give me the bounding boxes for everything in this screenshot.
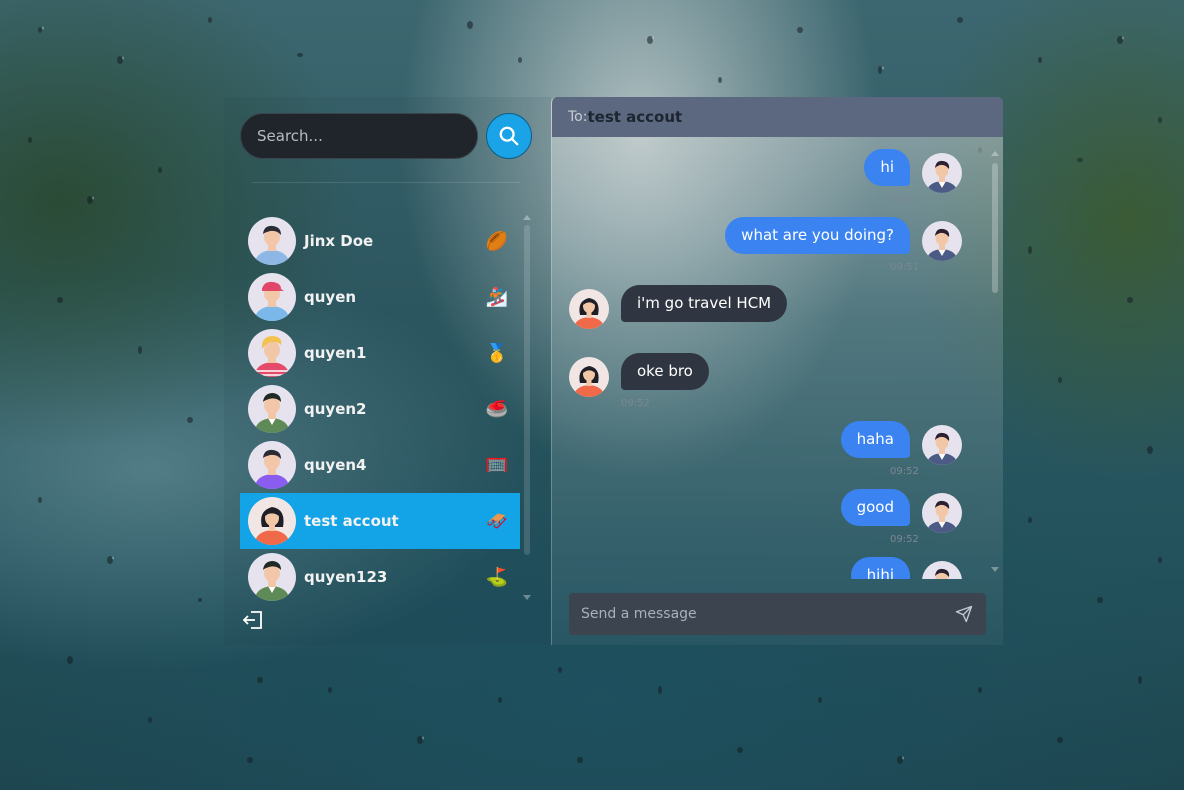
contact-list-scrollbar[interactable] bbox=[522, 215, 531, 601]
contact-item[interactable]: quyen1 🥇 bbox=[240, 325, 520, 381]
message-bubble: what are you doing? bbox=[725, 217, 910, 254]
status-emoji: ⛳ bbox=[485, 566, 509, 588]
logout-button[interactable] bbox=[242, 610, 264, 634]
contact-item[interactable]: quyen 🏂 bbox=[240, 269, 520, 325]
avatar bbox=[248, 441, 296, 489]
scrollbar-thumb[interactable] bbox=[992, 163, 998, 293]
send-button[interactable] bbox=[952, 602, 976, 626]
avatar bbox=[569, 357, 609, 397]
contacts-panel: Jinx Doe 🏉 quyen 🏂 quyen1 🥇 quyen2 🥌 quy… bbox=[224, 97, 551, 645]
message-incoming: i'm go travel HCM bbox=[569, 285, 788, 329]
avatar bbox=[248, 273, 296, 321]
search-bar bbox=[240, 113, 532, 159]
message-timestamp: 09:52 bbox=[890, 466, 919, 477]
status-emoji: 🥌 bbox=[485, 398, 509, 420]
avatar bbox=[248, 217, 296, 265]
avatar bbox=[248, 497, 296, 545]
scroll-up-arrow[interactable] bbox=[523, 215, 531, 220]
status-emoji: 🛷 bbox=[485, 510, 509, 532]
contact-name: quyen123 bbox=[304, 568, 388, 586]
message-outgoing: haha bbox=[840, 421, 962, 465]
search-icon bbox=[499, 126, 519, 146]
avatar bbox=[248, 329, 296, 377]
message-outgoing: hihi bbox=[850, 557, 962, 579]
search-button[interactable] bbox=[486, 113, 532, 159]
scroll-down-arrow[interactable] bbox=[523, 595, 531, 600]
avatar bbox=[922, 425, 962, 465]
avatar bbox=[922, 153, 962, 193]
contact-list: Jinx Doe 🏉 quyen 🏂 quyen1 🥇 quyen2 🥌 quy… bbox=[240, 213, 520, 605]
avatar bbox=[248, 553, 296, 601]
divider bbox=[252, 182, 520, 183]
message-bubble: good bbox=[840, 489, 910, 526]
chat-header: To: test accout bbox=[552, 97, 1003, 137]
message-timestamp: 09:52 bbox=[890, 534, 919, 545]
scrollbar-thumb[interactable] bbox=[524, 225, 530, 555]
send-icon bbox=[955, 605, 973, 623]
contact-name: test accout bbox=[304, 512, 399, 530]
contact-name: quyen4 bbox=[304, 456, 367, 474]
message-input[interactable] bbox=[579, 605, 952, 623]
status-emoji: 🥇 bbox=[485, 342, 509, 364]
message-bubble: haha bbox=[840, 421, 910, 458]
status-emoji: 🏉 bbox=[485, 230, 509, 252]
message-list[interactable]: hi 09:51 what are you doing? 09:51 i'm g… bbox=[552, 149, 992, 579]
status-emoji: 🥅 bbox=[485, 454, 509, 476]
recipient-name: test accout bbox=[587, 108, 683, 126]
avatar bbox=[922, 561, 962, 579]
chat-panel: To: test accout hi 09:51 what are you do… bbox=[551, 97, 1003, 645]
message-outgoing: what are you doing? bbox=[725, 217, 962, 261]
message-incoming: oke bro bbox=[569, 353, 709, 397]
contact-item[interactable]: Jinx Doe 🏉 bbox=[240, 213, 520, 269]
message-timestamp: 09:51 bbox=[890, 262, 919, 273]
message-list-scrollbar[interactable] bbox=[990, 149, 1000, 579]
message-timestamp: 09:52 bbox=[621, 398, 650, 409]
scroll-up-arrow[interactable] bbox=[991, 151, 999, 156]
contact-item[interactable]: quyen4 🥅 bbox=[240, 437, 520, 493]
avatar bbox=[922, 493, 962, 533]
message-outgoing: hi bbox=[864, 149, 962, 193]
avatar bbox=[569, 289, 609, 329]
avatar bbox=[248, 385, 296, 433]
message-bubble: hihi bbox=[850, 557, 910, 579]
contact-name: quyen2 bbox=[304, 400, 367, 418]
to-label: To: bbox=[568, 109, 588, 125]
contact-item[interactable]: quyen123 ⛳ bbox=[240, 549, 520, 605]
message-bubble: oke bro bbox=[621, 353, 709, 390]
contact-item-active[interactable]: test accout 🛷 bbox=[240, 493, 520, 549]
contact-name: quyen1 bbox=[304, 344, 367, 362]
message-outgoing: good bbox=[840, 489, 962, 533]
scroll-down-arrow[interactable] bbox=[991, 567, 999, 572]
message-bubble: hi bbox=[864, 149, 910, 186]
status-emoji: 🏂 bbox=[485, 286, 509, 308]
message-composer bbox=[569, 593, 986, 635]
logout-icon bbox=[242, 611, 262, 629]
message-timestamp: 09:51 bbox=[890, 194, 919, 205]
avatar bbox=[922, 221, 962, 261]
search-input[interactable] bbox=[240, 113, 478, 159]
contact-item[interactable]: quyen2 🥌 bbox=[240, 381, 520, 437]
message-bubble: i'm go travel HCM bbox=[621, 285, 788, 322]
contact-name: quyen bbox=[304, 288, 357, 306]
contact-name: Jinx Doe bbox=[304, 232, 374, 250]
